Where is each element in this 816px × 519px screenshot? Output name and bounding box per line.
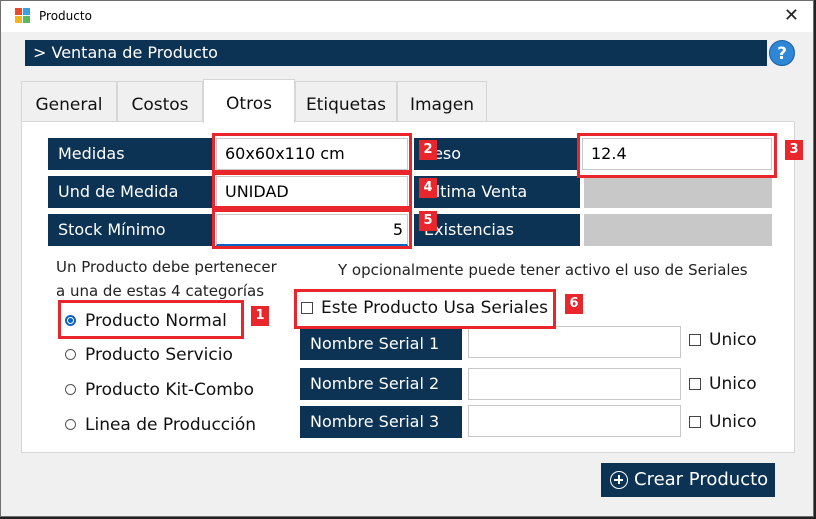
create-product-label: Crear Producto bbox=[634, 469, 769, 490]
ultima-venta-label: Ultima Venta bbox=[414, 176, 580, 208]
category-hint-line1: Un Producto debe pertenecer bbox=[56, 258, 277, 276]
annotation-box-und-medida bbox=[212, 172, 412, 209]
close-icon[interactable]: ✕ bbox=[784, 5, 799, 26]
product-window: Producto ✕ > Ventana de Producto ? Gener… bbox=[0, 0, 814, 517]
category-hint-line2: a una de estas 4 categorías bbox=[56, 282, 265, 300]
serial-3-unico-label[interactable]: Unico bbox=[709, 412, 757, 432]
help-icon[interactable]: ? bbox=[769, 40, 795, 66]
create-product-button[interactable]: Crear Producto bbox=[601, 463, 775, 497]
existencias-input bbox=[584, 214, 772, 246]
serial-1-unico-label[interactable]: Unico bbox=[709, 330, 757, 350]
plus-circle-icon bbox=[610, 471, 628, 489]
serial-3-input[interactable] bbox=[468, 405, 681, 437]
serial-1-label: Nombre Serial 1 bbox=[300, 328, 462, 360]
serial-3-label: Nombre Serial 3 bbox=[300, 406, 462, 438]
ultima-venta-input bbox=[584, 176, 772, 208]
und-medida-label: Und de Medida bbox=[48, 176, 214, 208]
serial-1-input[interactable] bbox=[468, 326, 681, 358]
app-icon bbox=[15, 8, 31, 24]
serials-hint: Y opcionalmente puede tener activo el us… bbox=[338, 261, 748, 279]
badge-5: 5 bbox=[419, 211, 437, 231]
window-title: Producto bbox=[39, 9, 92, 23]
tab-otros[interactable]: Otros bbox=[203, 79, 295, 123]
producto-kit-combo-label[interactable]: Producto Kit-Combo bbox=[85, 380, 254, 400]
radio-producto-servicio[interactable] bbox=[65, 349, 76, 360]
annotation-box-medidas bbox=[212, 133, 412, 173]
annotation-box-peso bbox=[577, 133, 777, 178]
badge-6: 6 bbox=[565, 294, 583, 314]
annotation-box-producto-normal bbox=[58, 300, 244, 339]
badge-3: 3 bbox=[785, 140, 803, 160]
existencias-label: Existencias bbox=[414, 214, 580, 246]
linea-produccion-label[interactable]: Linea de Producción bbox=[85, 415, 256, 435]
serial-2-input[interactable] bbox=[468, 368, 681, 400]
annotation-box-stock-minimo bbox=[212, 209, 412, 249]
radio-producto-kit-combo[interactable] bbox=[65, 384, 76, 395]
tab-imagen[interactable]: Imagen bbox=[397, 81, 487, 121]
section-header: > Ventana de Producto bbox=[25, 40, 767, 66]
serial-2-unico-label[interactable]: Unico bbox=[709, 374, 757, 394]
producto-servicio-label[interactable]: Producto Servicio bbox=[85, 345, 233, 365]
medidas-label: Medidas bbox=[48, 138, 214, 170]
serial-1-unico-checkbox[interactable] bbox=[689, 334, 701, 346]
badge-1: 1 bbox=[251, 306, 269, 326]
title-bar: Producto ✕ bbox=[1, 1, 813, 32]
serial-2-unico-checkbox[interactable] bbox=[689, 378, 701, 390]
peso-label: Peso bbox=[414, 138, 580, 170]
serial-3-unico-checkbox[interactable] bbox=[689, 416, 701, 428]
tab-general[interactable]: General bbox=[21, 81, 117, 121]
badge-2: 2 bbox=[419, 140, 437, 160]
annotation-box-seriales bbox=[294, 289, 556, 329]
radio-linea-produccion[interactable] bbox=[65, 419, 76, 430]
tab-etiquetas[interactable]: Etiquetas bbox=[295, 81, 397, 121]
badge-4: 4 bbox=[419, 178, 437, 198]
tab-costos[interactable]: Costos bbox=[117, 81, 203, 121]
stock-minimo-label: Stock Mínimo bbox=[48, 214, 214, 246]
serial-2-label: Nombre Serial 2 bbox=[300, 368, 462, 400]
